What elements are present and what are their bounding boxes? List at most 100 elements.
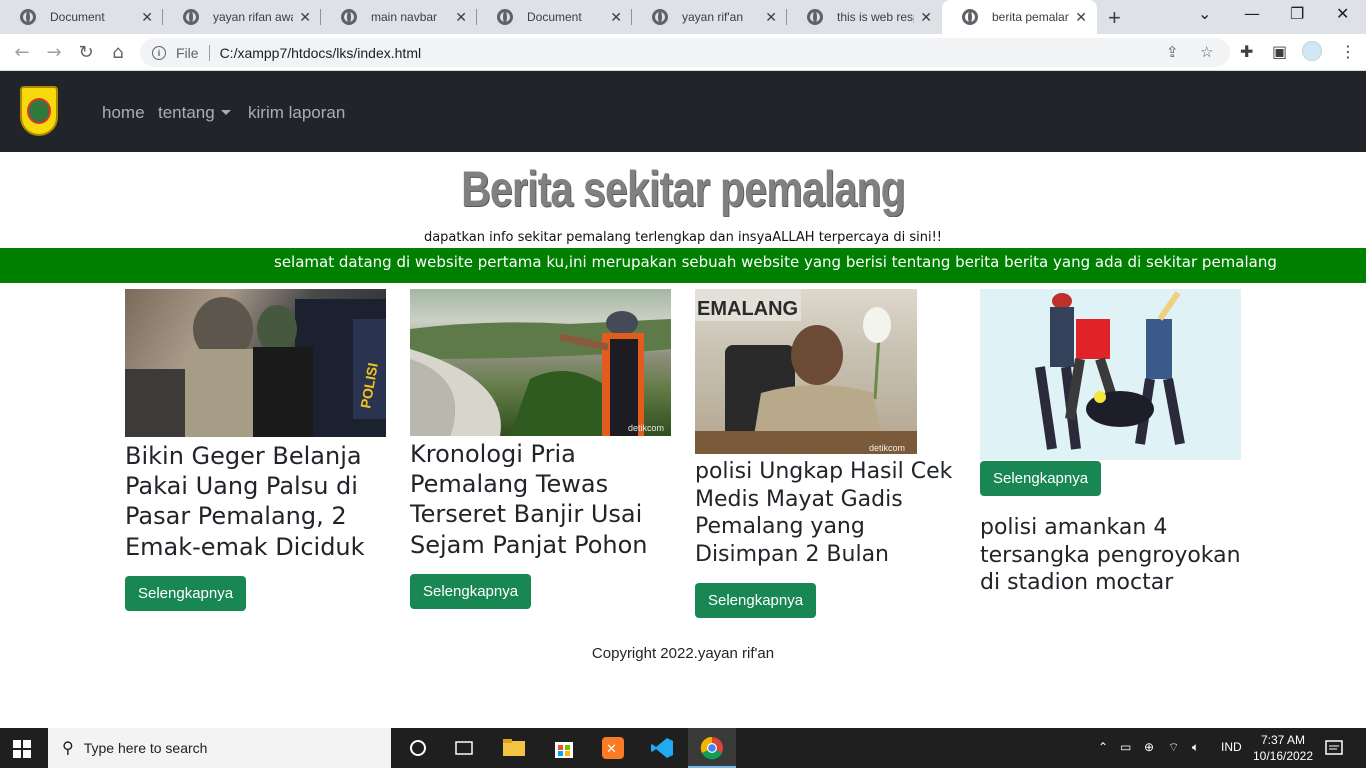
forward-icon[interactable]: → <box>42 40 66 64</box>
news-title[interactable]: Kronologi Pria Pemalang Tewas Terseret B… <box>410 439 671 560</box>
nav-kirim-laporan-link[interactable]: kirim laporan <box>248 103 345 123</box>
new-tab-button[interactable]: + <box>1108 5 1121 31</box>
xampp-icon[interactable]: ✕ <box>601 736 625 760</box>
tray-chevron-icon[interactable]: ⌃ <box>1098 740 1108 754</box>
taskbar-search-placeholder: Type here to search <box>83 740 208 756</box>
home-icon[interactable]: ⌂ <box>106 40 130 64</box>
clock[interactable]: 7:37 AM 10/16/2022 <box>1252 732 1314 764</box>
close-tab-icon[interactable]: ✕ <box>299 9 311 26</box>
store-icon[interactable] <box>552 736 576 760</box>
profile-avatar[interactable] <box>1302 41 1322 61</box>
chrome-taskbar-active[interactable] <box>688 728 736 768</box>
vscode-icon[interactable] <box>650 736 674 760</box>
tab-label: yayan rifan awalu <box>213 10 293 24</box>
network-icon[interactable]: ⊕ <box>1144 740 1154 754</box>
read-more-button[interactable]: Selengkapnya <box>410 573 532 609</box>
globe-icon <box>20 9 36 25</box>
tab-label: main navbar <box>371 10 438 24</box>
address-scheme: File <box>176 44 199 61</box>
logo-emblem <box>27 98 51 124</box>
volume-icon[interactable]: 🔈︎ <box>1192 740 1199 755</box>
address-divider <box>208 44 210 61</box>
globe-icon <box>807 9 823 25</box>
tab-search-icon[interactable]: ⌄ <box>1198 4 1211 23</box>
cortana-icon[interactable] <box>406 736 430 760</box>
file-explorer-icon[interactable] <box>502 736 526 760</box>
task-view-icon[interactable] <box>452 736 476 760</box>
wifi-off-icon[interactable]: ⌔ <box>1168 740 1179 755</box>
notifications-icon[interactable] <box>1324 738 1344 758</box>
close-tab-icon[interactable]: ✕ <box>920 9 932 26</box>
news-image-illustration: detikcom <box>410 311 671 436</box>
windows-start-icon[interactable] <box>13 740 31 758</box>
close-tab-icon[interactable]: ✕ <box>765 9 777 26</box>
tab-label: Document <box>527 10 582 24</box>
back-icon[interactable]: ← <box>10 40 34 64</box>
nav-home-link[interactable]: home <box>102 103 145 123</box>
close-tab-icon[interactable]: ✕ <box>455 9 467 26</box>
clock-time: 7:37 AM <box>1260 733 1306 747</box>
read-more-button[interactable]: Selengkapnya <box>980 461 1102 496</box>
nav-tentang-dropdown[interactable]: tentang <box>158 103 231 123</box>
chrome-icon <box>700 736 723 760</box>
side-panel-icon[interactable]: ▣ <box>1272 42 1287 61</box>
globe-icon <box>183 9 199 25</box>
site-logo[interactable] <box>20 86 58 136</box>
language-indicator[interactable]: IND <box>1221 740 1242 754</box>
news-title[interactable]: polisi amankan 4 tersangka pengroyokan d… <box>980 514 1241 597</box>
page-title: Berita sekitar pemalang <box>461 161 906 217</box>
close-tab-icon[interactable]: ✕ <box>1075 9 1087 26</box>
news-title[interactable]: Bikin Geger Belanja Pakai Uang Palsu di … <box>125 441 386 562</box>
menu-icon[interactable]: ⋮ <box>1340 42 1356 61</box>
close-tab-icon[interactable]: ✕ <box>141 9 153 26</box>
browser-tab[interactable]: Document ✕ <box>0 0 163 34</box>
news-image-illustration <box>1035 291 1185 450</box>
extensions-icon[interactable]: ✚ <box>1240 42 1253 61</box>
globe-icon <box>652 9 668 25</box>
news-card: EMALANG detikcom polisi Ungkap Hasil Cek… <box>695 289 956 618</box>
share-icon[interactable]: ⇪ <box>1166 43 1179 61</box>
close-window-icon[interactable]: ✕ <box>1336 4 1349 23</box>
minimize-icon[interactable]: — <box>1244 4 1260 23</box>
tab-label: yayan rif'an <box>682 10 743 24</box>
battery-icon[interactable]: ▭ <box>1120 740 1131 754</box>
news-image: detikcom <box>410 289 671 436</box>
tab-label: this is web respo <box>837 10 914 24</box>
close-tab-icon[interactable]: ✕ <box>610 9 622 26</box>
caret-down-icon <box>220 110 231 115</box>
reload-icon[interactable]: ↻ <box>74 40 98 64</box>
read-more-button[interactable]: Selengkapnya <box>125 575 247 611</box>
clock-date: 10/16/2022 <box>1252 749 1314 763</box>
browser-tab[interactable]: main navbar ✕ <box>321 0 477 34</box>
browser-tab[interactable]: this is web respo ✕ <box>787 0 942 34</box>
restore-icon[interactable]: ❐ <box>1290 4 1304 23</box>
browser-tab[interactable]: Document ✕ <box>477 0 632 34</box>
image-watermark: detikcom <box>628 423 664 433</box>
page-subtitle: dapatkan info sekitar pemalang terlengka… <box>423 230 943 245</box>
news-image-illustration: EMALANG detikcom <box>695 289 917 454</box>
browser-tab-strip: Document ✕ yayan rifan awalu ✕ main navb… <box>0 0 1366 34</box>
browser-tab[interactable]: yayan rifan awalu ✕ <box>163 0 321 34</box>
address-url[interactable]: C:/xampp7/htdocs/lks/index.html <box>220 45 422 61</box>
site-navbar: home tentang kirim laporan <box>0 71 1366 152</box>
news-card: Selengkapnya polisi amankan 4 tersangka … <box>980 289 1241 597</box>
image-watermark: detikcom <box>869 443 905 453</box>
news-title[interactable]: polisi Ungkap Hasil Cek Medis Mayat Gadi… <box>695 458 956 569</box>
read-more-button[interactable]: Selengkapnya <box>695 582 817 618</box>
windows-taskbar: ⚲ Type here to search ✕ ⌃ ▭ ⊕ ⌔ 🔈︎ IND 7… <box>0 728 1366 768</box>
globe-icon <box>341 9 357 25</box>
image-sign-text: EMALANG <box>697 298 798 320</box>
browser-tab[interactable]: yayan rif'an ✕ <box>632 0 787 34</box>
browser-toolbar: ← → ↻ ⌂ i File C:/xampp7/htdocs/lks/inde… <box>0 34 1366 71</box>
news-image <box>980 289 1241 460</box>
page-footer: Copyright 2022.yayan rif'an <box>591 645 775 662</box>
tab-label: Document <box>50 10 105 24</box>
bookmark-star-icon[interactable]: ☆ <box>1200 43 1213 61</box>
news-image-illustration: POLISI <box>125 297 386 437</box>
news-card: POLISI Bikin Geger Belanja Pakai Uang Pa… <box>125 289 386 611</box>
address-bar[interactable]: i File C:/xampp7/htdocs/lks/index.html ⇪… <box>140 38 1230 67</box>
info-icon[interactable]: i <box>152 45 166 60</box>
taskbar-search-box[interactable]: ⚲ Type here to search <box>48 728 391 768</box>
browser-tab-active[interactable]: berita pemalang ✕ <box>942 0 1097 34</box>
nav-tentang-label: tentang <box>158 103 215 122</box>
